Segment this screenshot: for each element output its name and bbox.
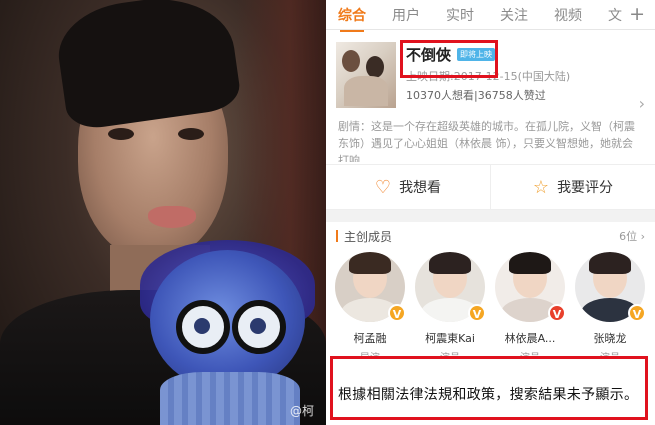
want-to-watch-label: 我想看 [399, 180, 442, 196]
cast-member[interactable]: V 柯震東Kai 演员 [410, 252, 490, 364]
section-divider [326, 210, 655, 222]
verified-badge-icon: V [628, 304, 646, 322]
tab-users[interactable]: 用户 [392, 5, 420, 25]
movie-poster[interactable] [336, 42, 396, 108]
verified-badge-icon: V [548, 304, 566, 322]
search-tabs: 综合 用户 实时 关注 视频 文 + [326, 0, 655, 32]
plus-icon[interactable]: + [629, 3, 645, 25]
doll-glasses-left [176, 300, 230, 354]
doll-sweater [160, 372, 300, 425]
cast-member[interactable]: V 柯孟融 导演 [330, 252, 410, 364]
cast-name: 张晓龙 [593, 332, 627, 345]
cast-name: 林依晨A... [504, 332, 556, 345]
tab-realtime[interactable]: 实时 [446, 5, 474, 25]
movie-actions: ♡ 我想看 ☆ 我要评分 [326, 164, 655, 210]
cast-count-link[interactable]: 6位 › [619, 228, 645, 244]
cast-title: 主创成员 [336, 228, 392, 245]
tab-articles[interactable]: 文 [608, 5, 622, 25]
rate-button[interactable]: ☆ 我要评分 [490, 165, 655, 209]
movie-synopsis: 剧情：这是一个存在超级英雄的城市。在孤儿院，义智（柯震东饰）遇见了心心姐姐（林依… [338, 120, 635, 162]
tab-video[interactable]: 视频 [554, 5, 582, 25]
cast-name: 柯孟融 [353, 332, 387, 345]
censorship-notice-text: 根據相關法律法規和政策，搜索結果未予顯示。 [338, 387, 639, 403]
lips [148, 206, 196, 228]
chevron-right-icon[interactable]: › [639, 94, 645, 113]
cast-header: 主创成员 6位 › [326, 222, 655, 250]
title-highlight-box [400, 40, 498, 78]
cast-member[interactable]: V 林依晨A... 演员 [490, 252, 570, 364]
rate-label: 我要评分 [557, 180, 614, 196]
verified-badge-icon: V [388, 304, 406, 322]
tab-comprehensive[interactable]: 综合 [338, 5, 366, 32]
cast-list: V 柯孟融 导演 V 柯震東Kai 演员 V 林依晨A... 演员 V 张晓龙 [326, 250, 655, 364]
want-to-watch-button[interactable]: ♡ 我想看 [326, 165, 490, 209]
profile-photo: @柯 [0, 0, 326, 425]
star-icon: ☆ [532, 176, 550, 198]
right-eye [178, 128, 204, 140]
cast-name: 柯震東Kai [425, 332, 475, 345]
verified-badge-icon: V [468, 304, 486, 322]
tab-following[interactable]: 关注 [500, 5, 528, 25]
movie-stats: 10370人想看|36758人赞过 [406, 89, 546, 102]
heart-icon: ♡ [374, 176, 392, 198]
weibo-watermark: @柯 [290, 404, 315, 418]
cast-member[interactable]: V 张晓龙 演员 [570, 252, 650, 364]
left-eye [108, 128, 134, 140]
doll-glasses-right [232, 300, 286, 354]
